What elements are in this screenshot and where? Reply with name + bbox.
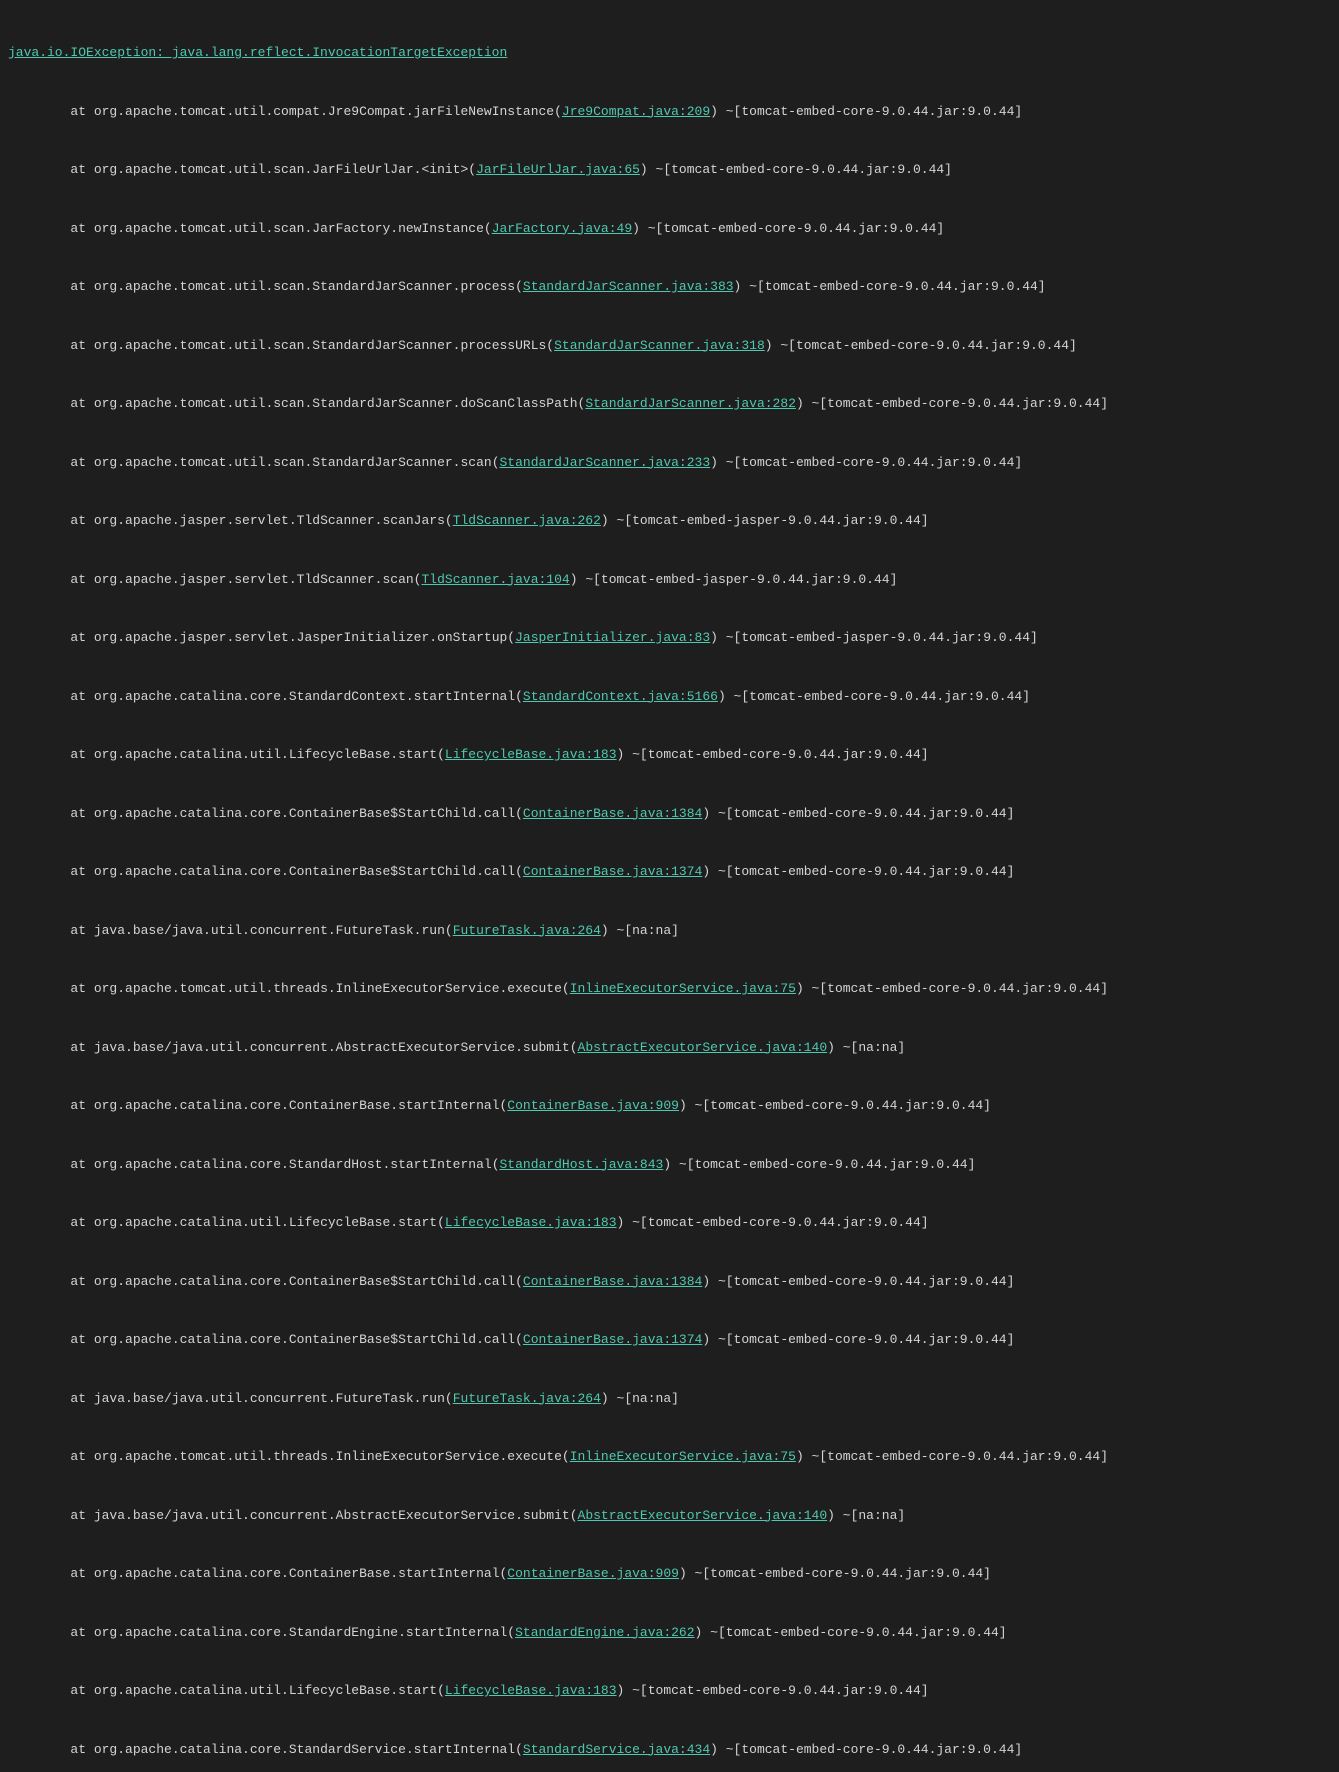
link-9[interactable]: TldScanner.java:104 (421, 572, 569, 587)
link-23[interactable]: FutureTask.java:264 (453, 1391, 601, 1406)
stack-line-15: at java.base/java.util.concurrent.Future… (8, 921, 1331, 941)
link-16[interactable]: InlineExecutorService.java:75 (570, 981, 796, 996)
link-29[interactable]: StandardService.java:434 (523, 1742, 710, 1757)
log-container: java.io.IOException: java.lang.reflect.I… (8, 4, 1331, 1772)
link-7[interactable]: StandardJarScanner.java:233 (500, 455, 711, 470)
stack-line-5: at org.apache.tomcat.util.scan.StandardJ… (8, 336, 1331, 356)
stack-line-24: at org.apache.tomcat.util.threads.Inline… (8, 1447, 1331, 1467)
link-12[interactable]: LifecycleBase.java:183 (445, 747, 617, 762)
link-10[interactable]: JasperInitializer.java:83 (515, 630, 710, 645)
stack-line-13: at org.apache.catalina.core.ContainerBas… (8, 804, 1331, 824)
stack-line-27: at org.apache.catalina.core.StandardEngi… (8, 1623, 1331, 1643)
stack-line-28: at org.apache.catalina.util.LifecycleBas… (8, 1681, 1331, 1701)
link-20[interactable]: LifecycleBase.java:183 (445, 1215, 617, 1230)
stack-line-2: at org.apache.tomcat.util.scan.JarFileUr… (8, 160, 1331, 180)
stack-line-4: at org.apache.tomcat.util.scan.StandardJ… (8, 277, 1331, 297)
stack-line-10: at org.apache.jasper.servlet.JasperIniti… (8, 628, 1331, 648)
link-27[interactable]: StandardEngine.java:262 (515, 1625, 694, 1640)
stack-line-26: at org.apache.catalina.core.ContainerBas… (8, 1564, 1331, 1584)
link-1[interactable]: Jre9Compat.java:209 (562, 104, 710, 119)
link-19[interactable]: StandardHost.java:843 (500, 1157, 664, 1172)
link-15[interactable]: FutureTask.java:264 (453, 923, 601, 938)
stack-line-22: at org.apache.catalina.core.ContainerBas… (8, 1330, 1331, 1350)
stack-line-12: at org.apache.catalina.util.LifecycleBas… (8, 745, 1331, 765)
stack-line-23: at java.base/java.util.concurrent.Future… (8, 1389, 1331, 1409)
stack-line-9: at org.apache.jasper.servlet.TldScanner.… (8, 570, 1331, 590)
stack-line-25: at java.base/java.util.concurrent.Abstra… (8, 1506, 1331, 1526)
stack-line-1: at org.apache.tomcat.util.compat.Jre9Com… (8, 102, 1331, 122)
link-17[interactable]: AbstractExecutorService.java:140 (578, 1040, 828, 1055)
link-13[interactable]: ContainerBase.java:1384 (523, 806, 702, 821)
stack-line-20: at org.apache.catalina.util.LifecycleBas… (8, 1213, 1331, 1233)
stack-line-8: at org.apache.jasper.servlet.TldScanner.… (8, 511, 1331, 531)
link-2[interactable]: JarFileUrlJar.java:65 (476, 162, 640, 177)
stack-line-6: at org.apache.tomcat.util.scan.StandardJ… (8, 394, 1331, 414)
link-3[interactable]: JarFactory.java:49 (492, 221, 632, 236)
link-8[interactable]: TldScanner.java:262 (453, 513, 601, 528)
link-22[interactable]: ContainerBase.java:1374 (523, 1332, 702, 1347)
link-6[interactable]: StandardJarScanner.java:282 (585, 396, 796, 411)
link-28[interactable]: LifecycleBase.java:183 (445, 1683, 617, 1698)
link-24[interactable]: InlineExecutorService.java:75 (570, 1449, 796, 1464)
stack-line-7: at org.apache.tomcat.util.scan.StandardJ… (8, 453, 1331, 473)
stack-line-16: at org.apache.tomcat.util.threads.Inline… (8, 979, 1331, 999)
stack-line-18: at org.apache.catalina.core.ContainerBas… (8, 1096, 1331, 1116)
stack-line-21: at org.apache.catalina.core.ContainerBas… (8, 1272, 1331, 1292)
link-11[interactable]: StandardContext.java:5166 (523, 689, 718, 704)
stack-line-11: at org.apache.catalina.core.StandardCont… (8, 687, 1331, 707)
link-25[interactable]: AbstractExecutorService.java:140 (578, 1508, 828, 1523)
exception-header-line: java.io.IOException: java.lang.reflect.I… (8, 43, 1331, 63)
link-21[interactable]: ContainerBase.java:1384 (523, 1274, 702, 1289)
link-18[interactable]: ContainerBase.java:909 (507, 1098, 679, 1113)
link-5[interactable]: StandardJarScanner.java:318 (554, 338, 765, 353)
link-4[interactable]: StandardJarScanner.java:383 (523, 279, 734, 294)
stack-line-3: at org.apache.tomcat.util.scan.JarFactor… (8, 219, 1331, 239)
link-14[interactable]: ContainerBase.java:1374 (523, 864, 702, 879)
stack-line-17: at java.base/java.util.concurrent.Abstra… (8, 1038, 1331, 1058)
link-26[interactable]: ContainerBase.java:909 (507, 1566, 679, 1581)
stack-line-14: at org.apache.catalina.core.ContainerBas… (8, 862, 1331, 882)
stack-line-19: at org.apache.catalina.core.StandardHost… (8, 1155, 1331, 1175)
stack-line-29: at org.apache.catalina.core.StandardServ… (8, 1740, 1331, 1760)
io-exception-link[interactable]: java.io.IOException: java.lang.reflect.I… (8, 45, 507, 60)
